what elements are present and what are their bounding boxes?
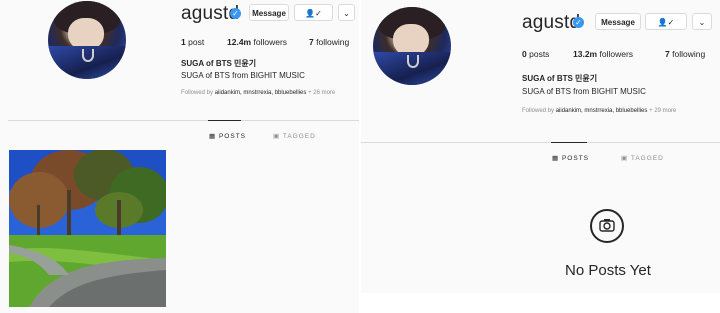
- message-button[interactable]: Message: [249, 4, 289, 21]
- following-count[interactable]: 7 following: [665, 49, 705, 59]
- followers-count[interactable]: 12.4m followers: [227, 37, 287, 47]
- profile-username: agustd: [522, 12, 581, 33]
- profile-bio: SUGA of BTS from BIGHIT MUSIC: [522, 87, 646, 96]
- more-options-button[interactable]: ⌄: [338, 4, 355, 21]
- followed-by-suffix: + 29 more: [647, 108, 677, 114]
- bottom-white-band: [361, 293, 720, 313]
- follow-status-button[interactable]: 👤✓: [645, 13, 687, 30]
- grid-icon: ▦: [209, 133, 217, 140]
- posts-number: 1: [181, 37, 186, 47]
- follow-status-button[interactable]: 👤✓: [294, 4, 333, 21]
- following-number: 7: [665, 49, 670, 59]
- verified-badge-icon: ✓: [230, 8, 241, 19]
- posts-count: 0 posts: [522, 49, 549, 59]
- following-label: following: [316, 37, 350, 47]
- profile-full-name: SUGA of BTS 민윤기: [522, 74, 598, 83]
- posts-label: post: [188, 37, 205, 47]
- verified-badge-icon: ✓: [573, 17, 584, 28]
- chevron-down-icon: ⌄: [698, 18, 706, 27]
- profile-screenshot-after: agustd ✓ Message 👤✓ ⌄ 0 posts 13.2m foll…: [361, 0, 720, 313]
- followed-by-suffix: + 26 more: [306, 90, 336, 96]
- tab-posts-label: POSTS: [561, 155, 590, 162]
- following-count[interactable]: 7 following: [309, 37, 349, 47]
- followers-label: followers: [599, 49, 634, 59]
- tab-tagged-label: TAGGED: [282, 133, 316, 140]
- posts-label: posts: [529, 49, 550, 59]
- followers-count[interactable]: 13.2m followers: [573, 49, 633, 59]
- followed-by-names: aiidankim, mnstrrexia, bbluebellies: [555, 108, 648, 114]
- tab-posts-label: POSTS: [218, 133, 247, 140]
- more-options-button[interactable]: ⌄: [692, 13, 712, 30]
- camera-glyph: [599, 219, 615, 232]
- person-check-icon: 👤✓: [305, 9, 322, 18]
- followers-number: 12.4m: [227, 37, 252, 47]
- grid-icon: ▦: [552, 155, 560, 162]
- person-check-icon: 👤✓: [657, 18, 675, 27]
- message-button[interactable]: Message: [595, 13, 641, 30]
- profile-screenshot-before: agustd ✓ Message 👤✓ ⌄ 1 post 12.4m follo…: [0, 0, 359, 313]
- tab-tagged[interactable]: ▣ TAGGED: [273, 132, 316, 140]
- following-number: 7: [309, 37, 314, 47]
- profile-divider: [361, 142, 720, 143]
- profile-divider: [8, 120, 359, 121]
- followed-by-prefix: Followed by: [181, 90, 215, 96]
- park-photo: [9, 150, 166, 307]
- post-thumbnail[interactable]: [9, 150, 166, 307]
- tag-icon: ▣: [621, 155, 629, 162]
- followed-by-prefix: Followed by: [522, 108, 556, 114]
- camera-icon: [590, 209, 624, 243]
- profile-avatar[interactable]: [373, 7, 451, 85]
- profile-bio: SUGA of BTS from BIGHIT MUSIC: [181, 71, 305, 80]
- followed-by[interactable]: Followed by aiidankim, mnstrrexia, bblue…: [181, 90, 335, 96]
- tab-posts[interactable]: ▦ POSTS: [209, 132, 246, 140]
- profile-full-name: SUGA of BTS 민윤기: [181, 59, 257, 68]
- followers-number: 13.2m: [573, 49, 598, 59]
- chevron-down-icon: ⌄: [343, 9, 350, 18]
- active-tab-indicator: [551, 142, 587, 143]
- followed-by[interactable]: Followed by aiidankim, mnstrrexia, bblue…: [522, 108, 676, 114]
- followed-by-names: aiidankim, mnstrrexia, bbluebellies: [214, 90, 307, 96]
- tab-tagged-label: TAGGED: [630, 155, 664, 162]
- active-tab-indicator: [208, 120, 241, 121]
- posts-number: 0: [522, 49, 527, 59]
- tab-posts[interactable]: ▦ POSTS: [552, 154, 589, 162]
- tag-icon: ▣: [273, 133, 281, 140]
- empty-state-text: No Posts Yet: [565, 262, 651, 279]
- tab-tagged[interactable]: ▣ TAGGED: [621, 154, 664, 162]
- profile-avatar[interactable]: [48, 1, 126, 79]
- posts-count: 1 post: [181, 37, 204, 47]
- following-label: following: [672, 49, 706, 59]
- followers-label: followers: [253, 37, 288, 47]
